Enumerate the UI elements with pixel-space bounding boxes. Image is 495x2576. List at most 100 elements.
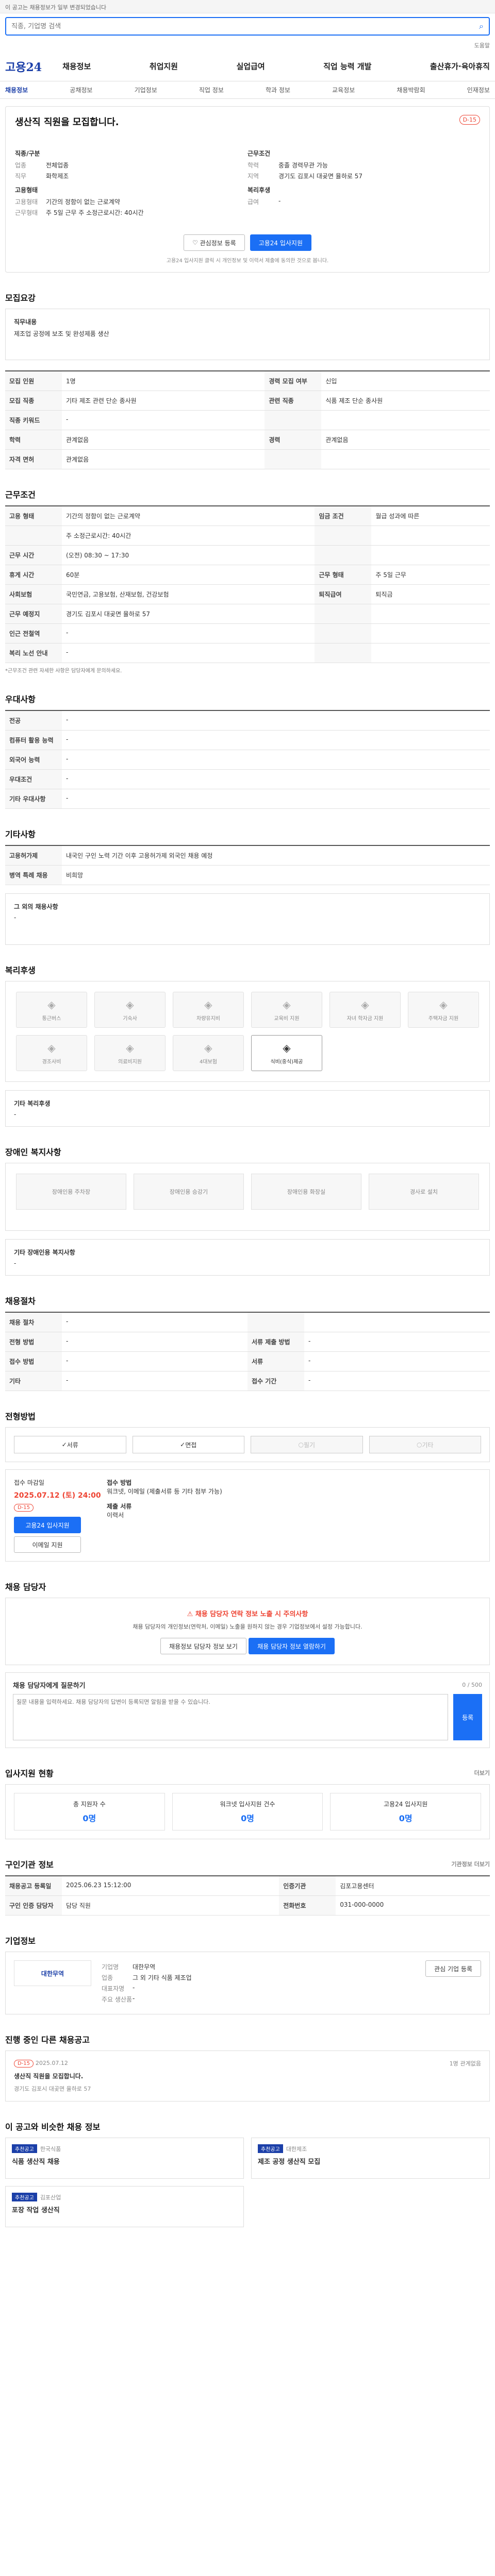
job-summary-card: D-15 생산직 직원을 모집합니다. 직종/구분 업종 전체업종 직무 화학제조 … <box>5 106 490 273</box>
row-key <box>265 410 322 430</box>
row-value: 국민연금, 고용보험, 산재보험, 건강보험 <box>62 584 315 604</box>
apply-online-button[interactable]: 고용24 입사지원 <box>14 1517 81 1533</box>
table-row: 고용 형태 기간의 정함이 없는 근로계약 임금 조건 월급 성과에 따른 <box>5 506 490 526</box>
summary-value: - <box>278 197 281 205</box>
row-value: - <box>62 623 315 643</box>
row-value: 신입 <box>321 371 490 391</box>
menu-item-training[interactable]: 직업 능력 개발 <box>323 61 371 72</box>
summary-key: 지역 <box>248 173 259 180</box>
etc-box-value: - <box>14 914 16 921</box>
deadline-value: 2025.07.12 (토) 24:00 <box>14 1492 101 1500</box>
dday-badge: D-15 <box>459 115 480 125</box>
work-note: *근무조건 관련 자세한 사항은 담당자에게 문의하세요. <box>5 668 122 674</box>
section-title-disability: 장애인 복지사항 <box>5 1147 61 1157</box>
company-row: 주요 생산품 - <box>102 1995 415 2004</box>
table-row: 학력 관계없음 경력 관계없음 <box>5 430 490 450</box>
menu-item-benefits[interactable]: 실업급여 <box>236 61 265 72</box>
search-box[interactable]: ⌕ <box>5 17 490 36</box>
qa-submit-button[interactable]: 등록 <box>453 1694 482 1740</box>
table-row: 근무 시간 (오전) 08:30 ~ 17:30 <box>5 545 490 565</box>
subnav-item-job-info[interactable]: 직업 정보 <box>199 86 224 94</box>
etc-table: 고용허가제 내국인 구인 노력 기간 이후 고용허가제 외국인 채용 예정 병역 특… <box>5 845 490 885</box>
search-icon[interactable]: ⌕ <box>479 21 484 31</box>
row-value: 내국인 구인 노력 기간 이후 고용허가제 외국인 채용 예정 <box>62 845 490 866</box>
subnav-item-talent[interactable]: 인재정보 <box>467 86 490 94</box>
row-value <box>371 643 490 663</box>
row-key: 서류 <box>248 1351 304 1371</box>
qa-textarea[interactable] <box>13 1694 449 1740</box>
method-label: 면접 <box>185 1441 197 1449</box>
summary-key: 업종 <box>15 162 27 169</box>
contact-open-button[interactable]: 채용 담당자 정보 열람하기 <box>249 1638 335 1654</box>
row-value <box>321 449 490 469</box>
contact-info-button[interactable]: 채용정보 담당자 정보 보기 <box>160 1638 246 1654</box>
row-key: 인증기관 <box>279 1876 336 1896</box>
row-key: 서류 제출 방법 <box>248 1332 304 1352</box>
disability-item: 장애인용 주차장 <box>16 1174 126 1210</box>
sub-nav: 채용정보 공채정보 기업정보 직업 정보 학과 정보 교육정보 채용박람회 인재… <box>0 81 495 99</box>
subnav-item-major[interactable]: 학과 정보 <box>266 86 290 94</box>
table-row: 인근 전철역 - <box>5 623 490 643</box>
section-title-method: 전형방법 <box>5 1412 36 1421</box>
similar-title[interactable]: 포장 작업 생산직 <box>12 2205 237 2214</box>
row-key: 모집 인원 <box>5 371 62 391</box>
row-value <box>304 1312 490 1332</box>
similar-job-card[interactable]: 추천공고 김포산업 포장 작업 생산직 <box>5 2186 244 2227</box>
row-value: 60분 <box>62 565 315 585</box>
row-key: 경력 모집 여부 <box>265 371 322 391</box>
other-job-card[interactable]: D-15 2025.07.12 생산직 직원을 모집합니다. 경기도 김포시 대… <box>5 2050 490 2102</box>
menu-item-leave[interactable]: 출산휴가·육아휴직 <box>430 61 490 72</box>
disability-grid: 장애인용 주차장 장애인용 승강기 장애인용 화장실 경사로 설치 <box>16 1174 479 1210</box>
similar-title[interactable]: 제조 공정 생산직 모집 <box>258 2156 483 2166</box>
row-value <box>371 623 490 643</box>
subnav-item-company[interactable]: 기업정보 <box>135 86 157 94</box>
brand-logo[interactable]: 고용24 <box>5 58 42 75</box>
welfare-label: 식비(중식)제공 <box>270 1059 303 1065</box>
menu-item-jobs[interactable]: 채용정보 <box>62 61 91 72</box>
row-value: - <box>62 789 490 809</box>
recruit-table: 모집 인원 1명 경력 모집 여부 신입 모집 직종 기타 제조 관련 단순 종사원 관련 … <box>5 370 490 469</box>
subnav-item-fair[interactable]: 채용박람회 <box>397 86 425 94</box>
similar-tag: 추천공고 <box>12 2193 37 2201</box>
subnav-item-jobs[interactable]: 채용정보 <box>5 86 28 94</box>
similar-title[interactable]: 식품 생산직 채용 <box>12 2156 237 2166</box>
search-input[interactable] <box>11 22 480 30</box>
summary-value: 경기도 김포시 대곶면 율하로 57 <box>278 173 363 180</box>
other-tag-edu: 관계없음 <box>460 2060 481 2067</box>
prefer-table: 전공 - 컴퓨터 활용 능력 - 외국어 능력 - 우대조건 - 기타 우대사항 - <box>5 710 490 809</box>
row-key: 외국어 능력 <box>5 750 62 770</box>
help-link[interactable]: 도움말 <box>0 39 495 52</box>
row-key <box>315 604 372 624</box>
disability-item: 장애인용 승강기 <box>134 1174 244 1210</box>
row-value: 주 소정근로시간: 40시간 <box>62 526 315 546</box>
apply-button[interactable]: 고용24 입사지원 <box>250 234 311 251</box>
other-title[interactable]: 생산직 직원을 모집합니다. <box>14 2072 91 2080</box>
row-value <box>321 410 490 430</box>
company-key: 주요 생산품 <box>102 1996 133 2003</box>
section-title-stats: 입사지원 현황 더보기 <box>5 1767 490 1779</box>
section-title-process: 채용절차 <box>5 1296 36 1306</box>
agency-more-link[interactable]: 기관정보 더보기 <box>451 1860 490 1868</box>
row-value <box>371 526 490 546</box>
menu-item-support[interactable]: 취업지원 <box>150 61 178 72</box>
save-interest-button[interactable]: ♡ 관심정보 등록 <box>184 234 245 251</box>
summary-value: 주 5일 근무 주 소정근로시간: 40시간 <box>46 209 144 216</box>
stats-more-link[interactable]: 더보기 <box>474 1769 490 1777</box>
help-label[interactable]: 도움말 <box>474 42 490 49</box>
row-key: 인근 전철역 <box>5 623 62 643</box>
cap-icon: ◈ <box>361 998 369 1011</box>
company-interest-button[interactable]: 관심 기업 등록 <box>425 1960 481 1977</box>
process-table: 채용 절차 - 전형 방법 - 서류 제출 방법 - 접수 방법 - 서류 - 기타 - 접수 기간 - <box>5 1312 490 1391</box>
save-interest-label: 관심정보 등록 <box>200 239 236 247</box>
subnav-item-edu[interactable]: 교육정보 <box>332 86 355 94</box>
similar-job-card[interactable]: 추천공고 대한제조 제조 공정 생산직 모집 <box>251 2138 490 2179</box>
summary-head-job: 직종/구분 <box>15 150 40 157</box>
stat-item: 고용24 입사지원 0명 <box>330 1793 482 1831</box>
subnav-item-public[interactable]: 공채정보 <box>70 86 92 94</box>
similar-job-card[interactable]: 추천공고 한국식품 식품 생산직 채용 <box>5 2138 244 2179</box>
section-title-welfare: 복리후생 <box>5 965 36 975</box>
company-panel: 대한무역 기업명 대한무역 업종 그 외 기타 식품 제조업 대표자명 - 주요 생산품 - … <box>5 1952 490 2014</box>
book-icon: ◈ <box>283 998 291 1011</box>
welfare-label: 자녀 학자금 지원 <box>346 1015 384 1022</box>
apply-email-button[interactable]: 이메일 지원 <box>14 1536 81 1553</box>
